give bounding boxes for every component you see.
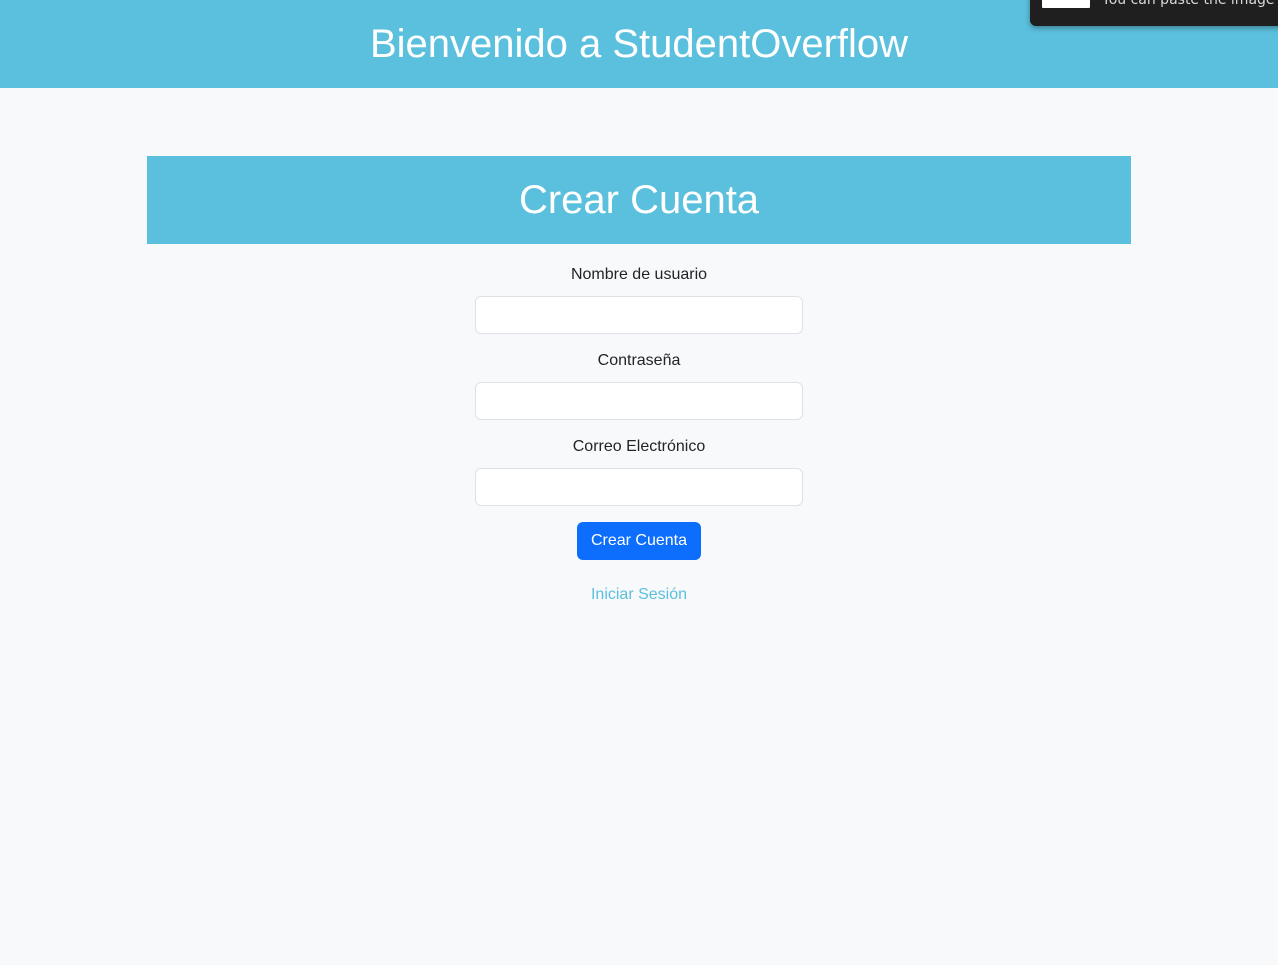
- password-label: Contraseña: [597, 352, 681, 369]
- image-thumbnail: [1042, 0, 1090, 8]
- password-group: Contraseña: [475, 348, 803, 434]
- card-title: Crear Cuenta: [518, 178, 760, 222]
- site-title: Bienvenido a StudentOverflow: [369, 22, 909, 66]
- username-input[interactable]: [475, 296, 803, 334]
- card-header: Crear Cuenta: [147, 156, 1131, 244]
- paste-notification-toast: You can paste the image fr: [1030, 0, 1278, 26]
- email-input[interactable]: [475, 468, 803, 506]
- email-label: Correo Electrónico: [572, 438, 706, 455]
- create-account-button[interactable]: Crear Cuenta: [576, 522, 702, 560]
- toast-text: You can paste the image fr: [1102, 0, 1278, 8]
- email-group: Correo Electrónico: [475, 434, 803, 520]
- create-account-form: Nombre de usuario Contraseña Correo Elec…: [475, 262, 803, 606]
- username-group: Nombre de usuario: [475, 262, 803, 348]
- username-label: Nombre de usuario: [570, 266, 708, 283]
- password-input[interactable]: [475, 382, 803, 420]
- login-link[interactable]: Iniciar Sesión: [591, 584, 687, 606]
